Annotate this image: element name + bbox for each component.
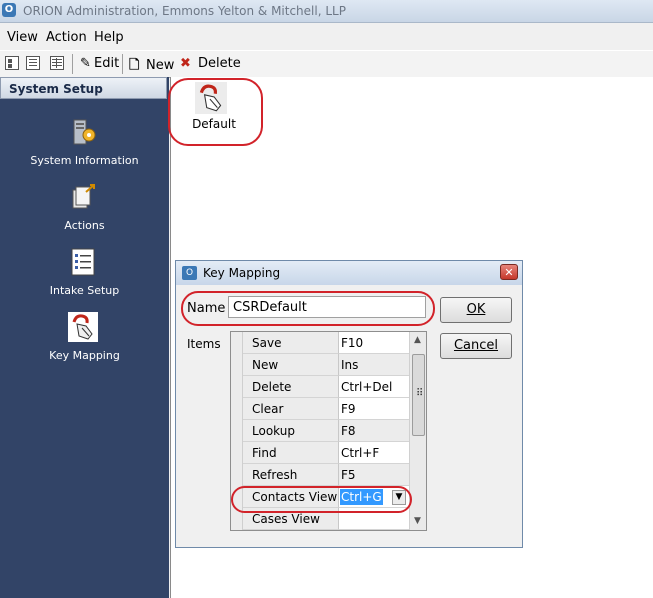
actions-icon	[72, 184, 95, 209]
menu-bar: View Action Help	[0, 26, 653, 48]
row-header	[231, 442, 243, 464]
row-header	[231, 464, 243, 486]
items-label: Items	[187, 337, 221, 351]
toolbar-separator	[122, 54, 123, 74]
action-cell: Refresh	[243, 464, 339, 486]
table-row[interactable]: New Ins	[231, 354, 410, 376]
action-cell: Lookup	[243, 420, 339, 442]
row-header	[231, 398, 243, 420]
key-cell[interactable]: Ins	[339, 354, 410, 376]
cancel-button[interactable]: Cancel	[440, 333, 512, 359]
table-row[interactable]: Find Ctrl+F	[231, 442, 410, 464]
sidebar-header[interactable]: System Setup	[0, 77, 167, 99]
action-cell: Save	[243, 332, 339, 354]
row-header	[231, 354, 243, 376]
key-cell[interactable]: Ctrl+F	[339, 442, 410, 464]
hand-key-icon	[68, 312, 98, 342]
server-gear-icon	[73, 119, 96, 145]
sidebar-item-key-mapping[interactable]: Key Mapping	[0, 312, 169, 372]
cancel-label: Cancel	[453, 338, 499, 353]
splitter-grip-icon[interactable]: ⠿	[416, 388, 423, 399]
new-document-icon: 🗋	[129, 58, 140, 73]
title-bar: O ORION Administration, Emmons Yelton & …	[0, 0, 653, 23]
action-cell: New	[243, 354, 339, 376]
sidebar-header-label: System Setup	[9, 82, 103, 96]
ok-button[interactable]: OK	[440, 297, 512, 323]
checklist-icon	[71, 248, 95, 276]
dialog-title-bar: O Key Mapping ✕	[176, 261, 522, 285]
close-button[interactable]: ✕	[500, 264, 518, 280]
table-row[interactable]: Lookup F8	[231, 420, 410, 442]
highlight-oval	[168, 78, 263, 146]
menu-view[interactable]: View	[7, 30, 38, 45]
sidebar: System Setup System Information Actions …	[0, 77, 169, 598]
row-header	[231, 420, 243, 442]
view-large-icons-icon[interactable]	[5, 56, 19, 70]
key-cell[interactable]: F10	[339, 332, 410, 354]
sidebar-item-label: Intake Setup	[49, 284, 120, 297]
scroll-up-icon[interactable]: ▲	[414, 335, 421, 345]
scroll-down-icon[interactable]: ▼	[414, 516, 421, 526]
sidebar-item-actions[interactable]: Actions	[0, 182, 169, 242]
key-cell[interactable]: F8	[339, 420, 410, 442]
highlight-oval	[231, 486, 412, 513]
new-button[interactable]: 🗋 New	[129, 56, 174, 78]
close-icon: ✕	[504, 266, 514, 279]
highlight-oval	[181, 291, 435, 326]
table-row[interactable]: Delete Ctrl+Del	[231, 376, 410, 398]
sidebar-item-system-information[interactable]: System Information	[0, 117, 169, 177]
delete-label: Delete	[198, 56, 241, 71]
action-cell: Delete	[243, 376, 339, 398]
key-cell[interactable]: Ctrl+Del	[339, 376, 410, 398]
edit-icon: ✎	[80, 56, 91, 71]
row-header	[231, 376, 243, 398]
toolbar-separator	[72, 54, 73, 74]
dialog-title: Key Mapping	[203, 266, 281, 280]
table-row[interactable]: Save F10	[231, 332, 410, 354]
table-row[interactable]: Refresh F5	[231, 464, 410, 486]
key-cell[interactable]: F9	[339, 398, 410, 420]
view-details-icon[interactable]	[50, 56, 64, 70]
row-header	[231, 332, 243, 354]
delete-button[interactable]: ✖ Delete	[180, 56, 241, 71]
menu-help[interactable]: Help	[94, 30, 124, 45]
menu-action[interactable]: Action	[46, 30, 87, 45]
delete-x-icon: ✖	[180, 56, 191, 71]
window-title: ORION Administration, Emmons Yelton & Mi…	[23, 4, 346, 18]
table-row[interactable]: Clear F9	[231, 398, 410, 420]
orion-app-icon: O	[182, 266, 197, 280]
sidebar-item-label: Key Mapping	[49, 349, 120, 362]
action-cell: Find	[243, 442, 339, 464]
ok-label: OK	[466, 302, 486, 317]
sidebar-item-label: Actions	[64, 219, 105, 232]
edit-button[interactable]: ✎ Edit	[80, 56, 119, 71]
toolbar: ✎ Edit 🗋 New ✖ Delete	[0, 50, 653, 78]
edit-label: Edit	[94, 56, 120, 71]
orion-app-icon: O	[2, 3, 16, 17]
key-cell[interactable]: F5	[339, 464, 410, 486]
action-cell: Clear	[243, 398, 339, 420]
sidebar-item-label: System Information	[30, 154, 139, 167]
sidebar-item-intake-setup[interactable]: Intake Setup	[0, 247, 169, 307]
view-list-icon[interactable]	[26, 56, 40, 70]
new-label: New	[146, 58, 175, 73]
